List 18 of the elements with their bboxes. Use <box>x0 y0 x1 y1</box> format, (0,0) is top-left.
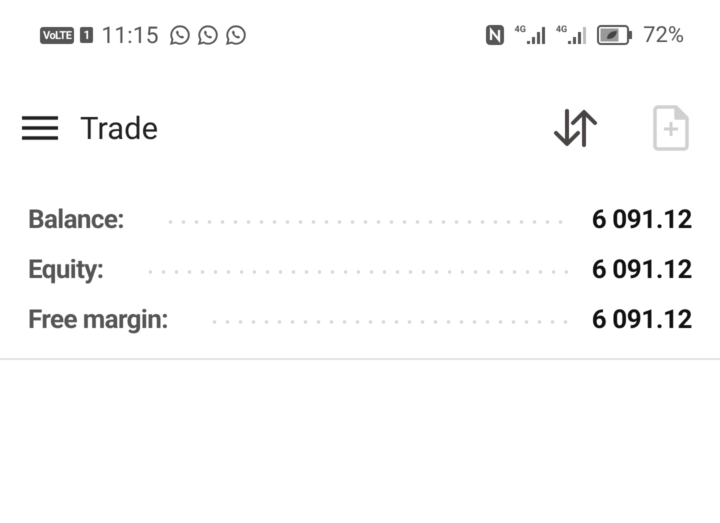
field-value: 6 091.12 <box>592 255 692 285</box>
chat-icon <box>224 24 247 46</box>
volte-badge: VoLTE <box>40 26 74 44</box>
battery-percent: 72% <box>643 22 684 48</box>
field-value: 6 091.12 <box>592 305 692 335</box>
nfc-icon <box>484 24 505 46</box>
field-label: Balance: <box>28 205 124 235</box>
field-value: 6 091.12 <box>592 205 692 235</box>
sort-icon[interactable] <box>552 107 600 149</box>
battery-icon <box>597 25 634 45</box>
field-label: Equity: <box>28 255 104 285</box>
field-label: Free margin: <box>28 305 168 335</box>
screen-title: Trade <box>80 110 158 146</box>
menu-icon[interactable] <box>22 116 58 140</box>
sim-badge: 1 <box>80 27 94 43</box>
clock-time: 11:15 <box>101 22 159 48</box>
chat-icon <box>168 24 191 46</box>
chat-icon <box>196 24 219 46</box>
